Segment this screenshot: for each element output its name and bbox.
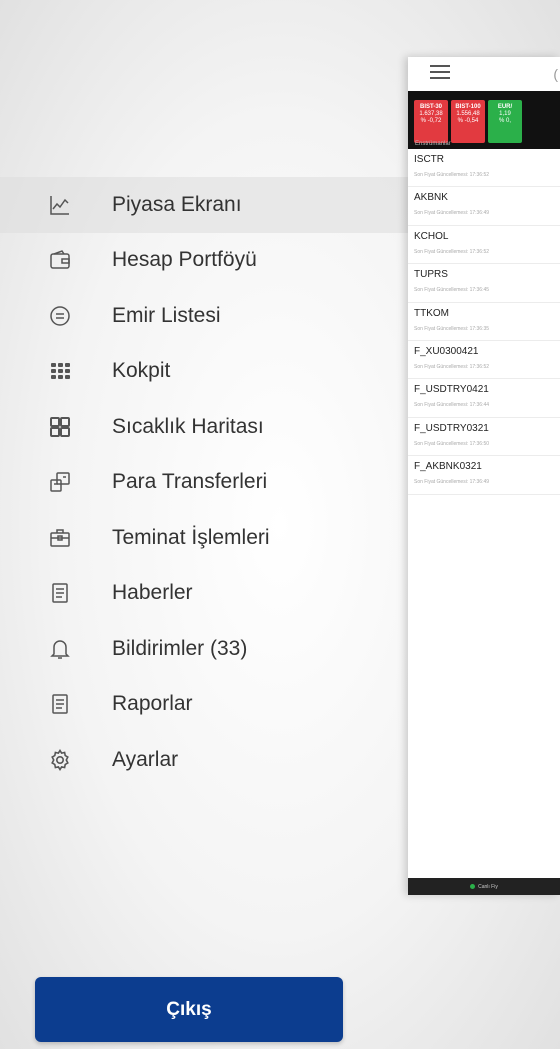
ticker-tile[interactable]: BIST-30 1.637,38 % -0,72 <box>414 100 448 143</box>
last-update-text: Son Fiyat Güncellemesi: 17:36:50 <box>414 440 490 447</box>
last-update-text: Son Fiyat Güncellemesi: 17:36:35 <box>414 325 490 332</box>
instruments-label: Enstrümanlar <box>415 141 451 147</box>
menu-item-haberler[interactable]: Haberler <box>0 566 408 622</box>
last-update-text: Son Fiyat Güncellemesi: 17:36:52 <box>414 172 490 178</box>
document-icon <box>48 581 72 605</box>
menu-item-raporlar[interactable]: Raporlar <box>0 677 408 733</box>
ticker-tile[interactable]: BIST-100 1.556,48 % -0,54 <box>451 100 485 143</box>
app-preview[interactable]: ( BIST-30 1.637,38 % -0,72 BIST-100 1.55… <box>408 57 560 895</box>
last-update-text: Son Fiyat Güncellemesi: 17:36:45 <box>414 287 490 294</box>
logout-button[interactable]: Çıkış <box>35 977 343 1042</box>
instrument-symbol: ISCTR <box>414 154 444 165</box>
message-circle-icon <box>48 304 72 328</box>
instrument-symbol: TTKOM <box>414 307 449 319</box>
list-item[interactable]: F_XU0300421 Son Fiyat Güncellemesi: 17:36… <box>408 341 560 380</box>
gear-icon <box>48 748 72 772</box>
menu-item-label: Sıcaklık Haritası <box>112 414 264 438</box>
menu-item-sicaklik-haritasi[interactable]: Sıcaklık Haritası <box>0 399 408 455</box>
ticker-value: 1.637,38 <box>419 110 443 117</box>
menu-item-label: Emir Listesi <box>112 303 221 327</box>
instrument-symbol: KCHOL <box>414 230 449 242</box>
ticker-name: EUR/ <box>497 104 513 110</box>
menu-item-label: Kokpit <box>112 359 171 383</box>
ticker-band: BIST-30 1.637,38 % -0,72 BIST-100 1.556,… <box>408 91 560 149</box>
ticker-value: 1,19 <box>499 110 511 117</box>
wallet-icon <box>48 248 72 272</box>
grid-dots-icon <box>48 359 72 383</box>
menu-item-label: Para Transferleri <box>112 470 268 494</box>
last-update-text: Son Fiyat Güncellemesi: 17:36:52 <box>414 248 490 255</box>
instrument-symbol: TUPRS <box>414 269 448 281</box>
last-update-text: Son Fiyat Güncellemesi: 17:36:49 <box>414 210 490 217</box>
menu-item-emir-listesi[interactable]: Emir Listesi <box>0 288 408 344</box>
menu-item-ayarlar[interactable]: Ayarlar <box>0 732 408 788</box>
ticker-name: BIST-30 <box>419 104 442 110</box>
list-item[interactable]: KCHOL Son Fiyat Güncellemesi: 17:36:52 <box>408 226 560 265</box>
transfer-icon <box>48 470 72 494</box>
instrument-symbol: F_USDTRY0321 <box>414 422 489 434</box>
preview-header: ( <box>408 57 560 91</box>
list-item[interactable]: TTKOM Son Fiyat Güncellemesi: 17:36:35 <box>408 303 560 341</box>
menu-item-label: Raporlar <box>112 692 193 716</box>
ticker-change: % -0,72 <box>420 117 442 124</box>
list-item[interactable]: ISCTR Son Fiyat Güncellemesi: 17:36:52 <box>408 149 560 188</box>
menu-item-kokpit[interactable]: Kokpit <box>0 344 408 400</box>
heatmap-grid-icon <box>48 415 72 439</box>
menu-item-bildirimler[interactable]: Bildirimler (33) <box>0 621 408 677</box>
menu-item-label: Haberler <box>112 581 193 605</box>
instrument-symbol: AKBNK <box>414 192 448 204</box>
instrument-symbol: F_USDTRY0421 <box>414 384 489 396</box>
menu-item-label: Ayarlar <box>112 747 179 771</box>
menu-item-label: Hesap Portföyü <box>112 248 257 272</box>
menu-item-label: Bildirimler (33) <box>112 636 248 660</box>
header-partial-icon: ( <box>553 66 558 82</box>
last-update-text: Son Fiyat Güncellemesi: 17:36:52 <box>414 363 490 370</box>
ticker-change: % -0,54 <box>457 117 479 124</box>
menu-item-teminat-islemleri[interactable]: Teminat İşlemleri <box>0 510 408 566</box>
last-update-text: Son Fiyat Güncellemesi: 17:36:49 <box>414 479 490 486</box>
live-price-footer: Canlı Fiy <box>408 878 560 895</box>
list-item[interactable]: F_USDTRY0421 Son Fiyat Güncellemesi: 17:3… <box>408 379 560 418</box>
list-item[interactable]: F_AKBNK0321 Son Fiyat Güncellemesi: 17:36… <box>408 456 560 495</box>
side-menu: Piyasa Ekranı Hesap Portföyü Emir Listes… <box>0 177 408 788</box>
ticker-value: 1.556,48 <box>456 110 480 117</box>
menu-item-hesap-portfoyu[interactable]: Hesap Portföyü <box>0 233 408 289</box>
briefcase-icon <box>48 526 72 550</box>
menu-item-piyasa-ekrani[interactable]: Piyasa Ekranı <box>0 177 408 233</box>
instrument-symbol: F_AKBNK0321 <box>414 461 482 473</box>
instrument-list: ISCTR Son Fiyat Güncellemesi: 17:36:52 AK… <box>408 149 560 495</box>
list-item[interactable]: F_USDTRY0321 Son Fiyat Güncellemesi: 17:3… <box>408 418 560 457</box>
hamburger-menu-icon[interactable] <box>430 64 450 84</box>
chart-line-icon <box>48 193 72 217</box>
menu-item-label: Piyasa Ekranı <box>112 192 242 216</box>
list-item[interactable]: TUPRS Son Fiyat Güncellemesi: 17:36:45 <box>408 264 560 303</box>
ticker-tile[interactable]: EUR/ 1,19 % 0, <box>488 100 522 143</box>
report-icon <box>48 692 72 716</box>
live-price-label: Canlı Fiy <box>478 883 498 890</box>
live-status-dot <box>470 884 476 889</box>
ticker-name: BIST-100 <box>455 104 481 110</box>
bell-icon <box>48 637 72 661</box>
menu-item-label: Teminat İşlemleri <box>112 525 270 549</box>
last-update-text: Son Fiyat Güncellemesi: 17:36:44 <box>414 402 490 409</box>
menu-item-para-transferleri[interactable]: Para Transferleri <box>0 455 408 511</box>
instrument-symbol: F_XU0300421 <box>414 345 479 357</box>
list-item[interactable]: AKBNK Son Fiyat Güncellemesi: 17:36:49 <box>408 187 560 226</box>
ticker-change: % 0, <box>498 117 511 124</box>
